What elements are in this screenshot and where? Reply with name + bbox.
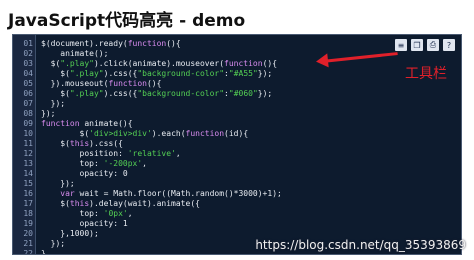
code-text: var wait = Math.floor((Math.random()*300… — [60, 189, 282, 198]
line-number: 16 — [23, 189, 33, 198]
code-text: opacity: 1 — [41, 219, 128, 228]
line-number: 20 — [23, 229, 33, 238]
code-text: $('div>div>div').each(function(id){ — [41, 129, 249, 138]
code-text: },1000); — [41, 229, 99, 238]
line-number: 19 — [23, 219, 33, 228]
code-text: position: 'relative', — [41, 149, 181, 158]
code-text: $(this).css({ — [41, 139, 123, 148]
help-icon[interactable]: ? — [443, 39, 455, 51]
line-number: 06 — [23, 89, 33, 98]
line-number: 09 — [23, 119, 33, 128]
code-toolbar: ≡ ❐ ⎙ ? — [395, 39, 455, 51]
code-text: $(".play").css({"background-color":"#060… — [41, 89, 273, 98]
code-text: $(this).delay(wait).animate({ — [41, 199, 200, 208]
line-number: 05 — [23, 79, 33, 88]
arrow-head-icon — [315, 53, 329, 69]
line-number: 07 — [23, 99, 33, 108]
code-text: }); — [41, 179, 75, 188]
code-text: opacity: 0 — [41, 169, 128, 178]
arrow-shaft — [321, 52, 398, 63]
code-text: top: '-200px', — [41, 159, 147, 168]
watermark: https://blog.csdn.net/qq_35393869 — [255, 238, 466, 252]
copy-icon[interactable]: ❐ — [411, 39, 423, 51]
line-number: 03 — [23, 59, 33, 68]
code-text: }).mouseout(function(){ — [41, 79, 162, 88]
code-text: }); — [41, 239, 66, 248]
code-text: } — [41, 249, 46, 255]
line-number: 13 — [23, 159, 33, 168]
code-text: animate(); — [41, 49, 109, 58]
line-number: 22 — [23, 249, 33, 255]
code-text: top: '0px', — [41, 209, 133, 218]
line-number: 10 — [23, 129, 33, 138]
code-text: function animate(){ — [41, 119, 133, 128]
line-number: 21 — [23, 239, 33, 248]
line-number: 15 — [23, 179, 33, 188]
annotation-arrow — [315, 50, 398, 74]
code-text: }); — [41, 109, 56, 118]
line-number: 17 — [23, 199, 33, 208]
code-text: $(".play").click(animate).mouseover(func… — [41, 59, 278, 68]
line-number: 14 — [23, 169, 33, 178]
code-text: $(".play").css({"background-color":"#A55… — [41, 69, 273, 78]
line-number: 12 — [23, 149, 33, 158]
code-text: }); — [41, 99, 66, 108]
toolbar-annotation-label: 工具栏 — [405, 66, 447, 82]
code-text: $(document).ready(function(){ — [41, 39, 181, 48]
line-number: 08 — [23, 109, 33, 118]
line-number: 11 — [23, 139, 33, 148]
line-number: 18 — [23, 209, 33, 218]
line-number: 01 — [23, 39, 33, 48]
line-number: 04 — [23, 69, 33, 78]
page-title: JavaScript代码高亮 - demo — [8, 11, 246, 31]
line-number: 02 — [23, 49, 33, 58]
print-icon[interactable]: ⎙ — [427, 39, 439, 51]
